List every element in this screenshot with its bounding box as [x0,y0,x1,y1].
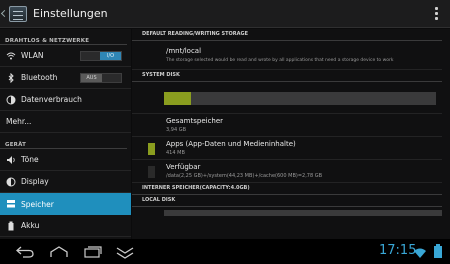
storage-path: /mnt/local [166,47,202,55]
status-clock[interactable]: 17:15 [379,243,416,258]
volume-icon [6,155,16,165]
sidebar-item-datenverbrauch[interactable]: Datenverbrauch [0,89,131,111]
settings-icon [9,5,27,22]
available-color-swatch [148,166,155,178]
back-icon[interactable] [14,244,34,258]
display-brightness-icon [6,177,16,187]
sidebar-item-label: WLAN [21,51,44,60]
storage-icon [6,199,16,209]
sidebar-item-bluetooth[interactable]: Bluetooth AUS [0,67,131,89]
sidebar-item-akku[interactable]: Akku [0,215,131,237]
battery-status-icon [433,243,450,258]
battery-icon [6,221,16,231]
sidebar-item-toene[interactable]: Töne [0,149,131,171]
action-bar: Einstellungen [0,0,450,28]
default-storage-header: DEFAULT READING/WRITING STORAGE [132,29,442,41]
sidebar-item-label: Datenverbrauch [21,95,82,104]
total-storage-value: 3,94 GB [166,127,187,133]
section-header-device: GERÄT [0,133,127,149]
storage-usage-fill [164,92,192,105]
wifi-signal-icon [413,244,433,258]
sidebar-item-label: Display [21,177,49,186]
data-usage-icon [6,95,16,105]
sidebar-item-label: Speicher [21,199,54,209]
available-storage-label: Verfügbar [166,163,201,171]
sidebar-item-display[interactable]: Display [0,171,131,193]
sidebar-item-wlan[interactable]: WLAN I/O [0,45,131,67]
storage-usage-bar [164,92,436,105]
settings-app-icon[interactable] [0,5,27,23]
sidebar-item-label: Bluetooth [21,73,58,82]
local-disk-header: LOCAL DISK [132,195,442,207]
bluetooth-toggle[interactable]: AUS [80,72,122,83]
wifi-icon [6,51,16,61]
section-header-wireless: DRAHTLOS & NETZWERKE [0,29,127,45]
sidebar-item-label: Akku [21,221,40,230]
page-title: Einstellungen [33,7,108,20]
available-storage-row: Verfügbar /data(2,25 GB)+/system(44,23 M… [132,160,442,183]
up-caret-icon [0,9,9,17]
sidebar-item-label: Mehr... [6,117,32,126]
sidebar-item-mehr[interactable]: Mehr... [0,111,131,133]
available-storage-value: /data(2,25 GB)+/system(44,23 MB)+/cache(… [166,173,323,179]
hide-keyboard-icon[interactable] [114,244,134,259]
internal-storage-header: INTERNER SPEICHER(CAPACITY:4.0GB) [132,183,442,195]
total-storage-row: Gesamtspeicher 3,94 GB [132,114,442,137]
system-nav-bar: 17:15 [0,239,450,264]
default-storage-option[interactable]: /mnt/local The storage selected would be… [132,41,442,70]
bluetooth-icon [6,72,16,83]
apps-color-swatch [148,143,155,155]
recent-apps-icon[interactable] [82,244,102,258]
sidebar-item-speicher[interactable]: Speicher [0,193,131,215]
wlan-toggle[interactable]: I/O [80,50,122,61]
apps-storage-row[interactable]: Apps (App-Daten und Medieninhalte) 414 M… [132,137,442,160]
total-storage-label: Gesamtspeicher [166,117,224,125]
apps-storage-value: 414 MB [166,150,185,156]
local-disk-bar [164,210,442,216]
apps-storage-label: Apps (App-Daten und Medieninhalte) [166,140,296,148]
storage-path-description: The storage selected would be read and w… [166,58,394,63]
overflow-menu-icon[interactable] [435,7,438,22]
system-disk-header: SYSTEM DISK [132,70,442,82]
storage-detail-pane: DEFAULT READING/WRITING STORAGE /mnt/loc… [132,29,450,239]
storage-usage-row [132,82,442,114]
sidebar-item-label: Töne [21,155,39,164]
settings-headers-pane: DRAHTLOS & NETZWERKE WLAN I/O Bluetooth … [0,29,131,239]
home-icon[interactable] [48,244,68,258]
